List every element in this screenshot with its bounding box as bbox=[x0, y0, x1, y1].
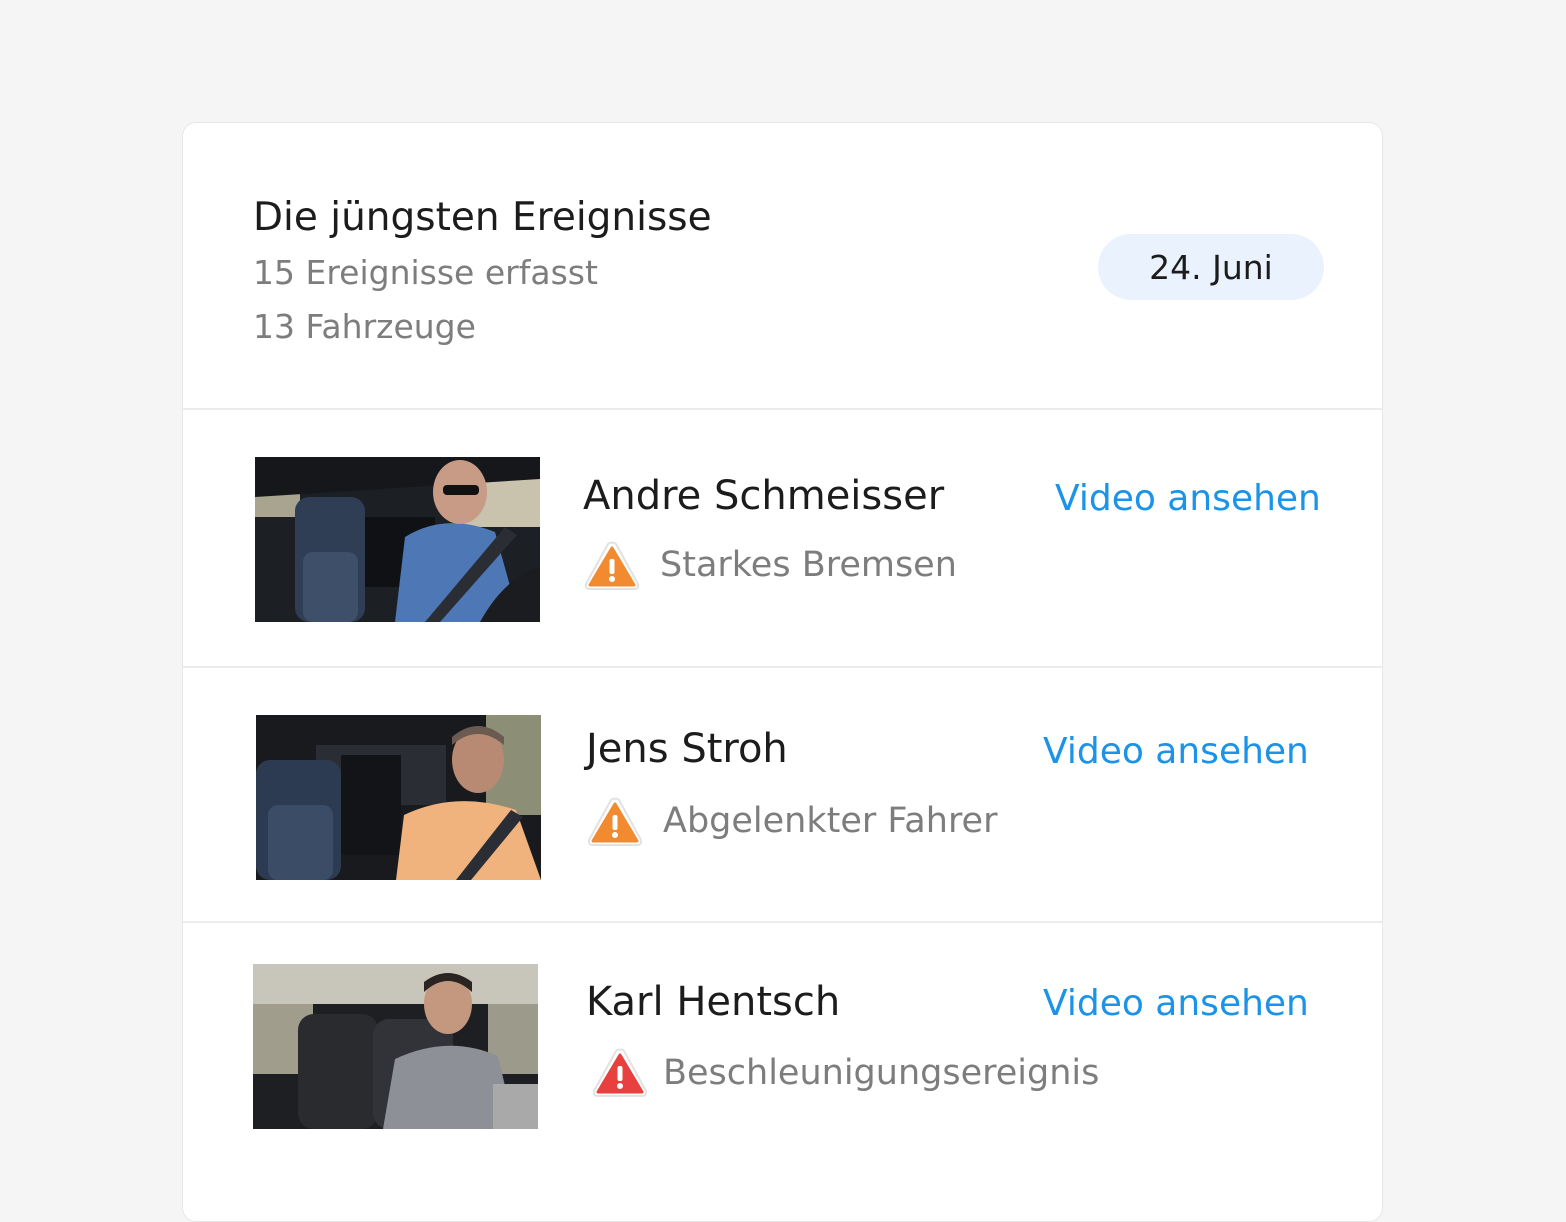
warning-icon bbox=[583, 540, 641, 592]
event-row: Jens Stroh Video ansehen Abgelenkter Fah… bbox=[183, 668, 1382, 923]
event-row: Andre Schmeisser Video ansehen Starkes B… bbox=[183, 410, 1382, 668]
watch-video-link[interactable]: Video ansehen bbox=[1043, 731, 1309, 772]
card-header: Die jüngsten Ereignisse 15 Ereignisse er… bbox=[183, 123, 1382, 410]
watch-video-link[interactable]: Video ansehen bbox=[1055, 478, 1321, 519]
warning-icon bbox=[586, 796, 644, 848]
warning-icon bbox=[591, 1047, 649, 1099]
dashcam-thumbnail[interactable] bbox=[255, 457, 540, 622]
dashcam-thumbnail[interactable] bbox=[256, 715, 541, 880]
vehicles-count: 13 Fahrzeuge bbox=[253, 307, 476, 346]
driver-name: Jens Stroh bbox=[586, 726, 788, 772]
recent-events-card: Die jüngsten Ereignisse 15 Ereignisse er… bbox=[182, 122, 1383, 1222]
event-type: Beschleunigungsereignis bbox=[663, 1053, 1100, 1093]
date-badge: 24. Juni bbox=[1098, 234, 1324, 300]
card-title: Die jüngsten Ereignisse bbox=[253, 195, 712, 240]
driver-name: Andre Schmeisser bbox=[583, 473, 945, 519]
watch-video-link[interactable]: Video ansehen bbox=[1043, 983, 1309, 1024]
event-type: Starkes Bremsen bbox=[660, 545, 957, 585]
dashcam-thumbnail[interactable] bbox=[253, 964, 538, 1129]
events-count: 15 Ereignisse erfasst bbox=[253, 253, 598, 292]
event-row: Karl Hentsch Video ansehen Beschleunigun… bbox=[183, 923, 1382, 1221]
driver-name: Karl Hentsch bbox=[586, 979, 841, 1025]
event-type: Abgelenkter Fahrer bbox=[663, 801, 998, 841]
